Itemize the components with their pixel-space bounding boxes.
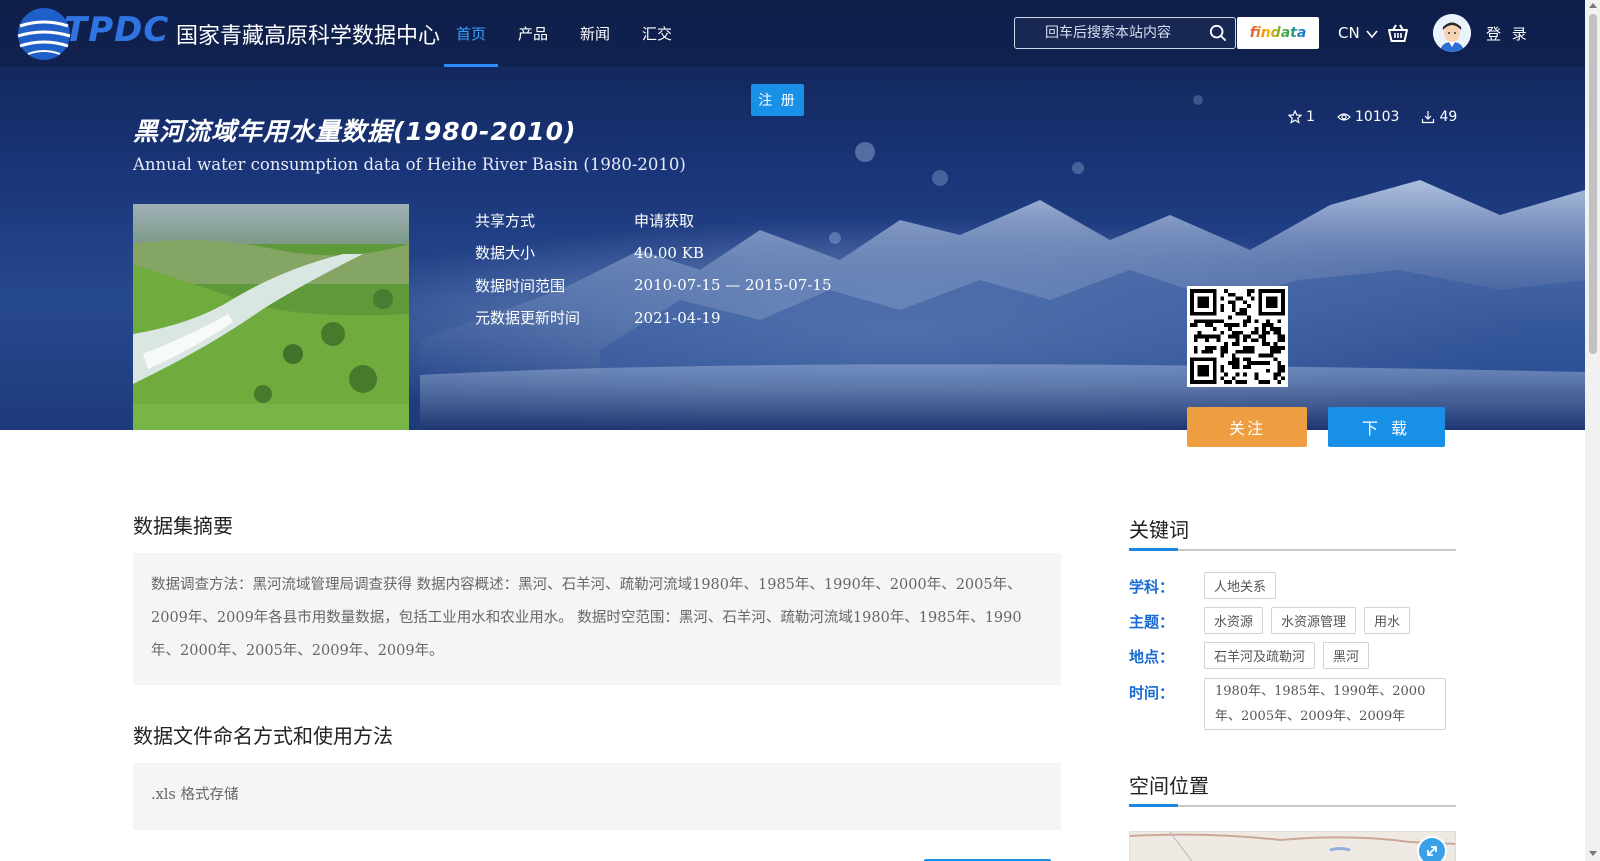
keyword-tags: 1980年、1985年、1990年、2000年、2005年、2009年、2009… bbox=[1204, 678, 1454, 736]
meta-value: 2010-07-15 — 2015-07-15 bbox=[634, 276, 832, 295]
meta-row: 共享方式 申请获取 bbox=[475, 204, 832, 237]
keyword-tag[interactable]: 用水 bbox=[1364, 607, 1411, 634]
user-avatar-icon bbox=[1433, 14, 1471, 52]
eye-icon bbox=[1337, 113, 1351, 121]
language-label: CN bbox=[1338, 24, 1360, 42]
dataset-subtitle: Annual water consumption data of Heihe R… bbox=[133, 155, 686, 174]
findata-label: findata bbox=[1249, 25, 1307, 41]
keyword-tag[interactable]: 人地关系 bbox=[1204, 572, 1277, 599]
dataset-title: 黑河流域年用水量数据(1980-2010) bbox=[133, 117, 577, 146]
chevron-down-icon bbox=[1366, 29, 1379, 38]
map-canvas bbox=[1130, 832, 1455, 861]
star-icon bbox=[1288, 110, 1302, 124]
expand-icon bbox=[1427, 846, 1437, 856]
stat-views: 10103 bbox=[1337, 109, 1400, 125]
river-landscape-image bbox=[133, 204, 409, 430]
meta-value: 申请获取 bbox=[634, 211, 695, 230]
search-box bbox=[1014, 17, 1236, 49]
search-input[interactable] bbox=[1015, 18, 1205, 48]
stat-downloads: 49 bbox=[1421, 109, 1457, 125]
meta-value: 40.00 KB bbox=[634, 243, 704, 262]
summary-panel: 数据调查方法：黑河流域管理局调查获得 数据内容概述：黑河、石羊河、疏勒河流域19… bbox=[133, 553, 1061, 685]
main-nav: 首页 产品 新闻 汇交 bbox=[444, 0, 692, 67]
qr-code bbox=[1187, 286, 1288, 387]
keyword-tag[interactable]: 石羊河及疏勒河 bbox=[1204, 642, 1316, 669]
page-scrollbar[interactable] bbox=[1585, 0, 1600, 861]
nav-item-products[interactable]: 产品 bbox=[506, 0, 560, 67]
login-link[interactable]: 登 录 bbox=[1486, 23, 1530, 44]
location-title: 空间位置 bbox=[1129, 770, 1456, 807]
dataset-thumbnail bbox=[133, 204, 409, 430]
stars-count: 1 bbox=[1306, 109, 1315, 125]
keyword-tag[interactable]: 水资源 bbox=[1204, 607, 1264, 634]
scroll-down-arrow-icon[interactable] bbox=[1589, 851, 1597, 856]
expand-map-button[interactable] bbox=[1417, 836, 1447, 861]
nav-item-news[interactable]: 新闻 bbox=[568, 0, 622, 67]
cart-icon[interactable] bbox=[1387, 22, 1409, 44]
top-header: TPDC 国家青藏高原科学数据中心 首页 产品 新闻 汇交 findata CN bbox=[0, 0, 1585, 67]
keyword-tags: 人地关系 bbox=[1204, 572, 1454, 605]
scroll-up-arrow-icon[interactable] bbox=[1589, 3, 1597, 8]
meta-label: 数据大小 bbox=[475, 244, 536, 263]
keyword-tags: 水资源 水资源管理 用水 bbox=[1204, 607, 1454, 640]
follow-button[interactable]: 关注 bbox=[1187, 407, 1307, 447]
keyword-tags: 石羊河及疏勒河 黑河 bbox=[1204, 642, 1454, 675]
location-map[interactable] bbox=[1129, 831, 1456, 861]
download-icon bbox=[1422, 111, 1435, 124]
keywords-title: 关键词 bbox=[1129, 514, 1456, 551]
dataset-meta: 共享方式 申请获取 数据大小 40.00 KB 数据时间范围 2010-07-1… bbox=[475, 204, 832, 334]
keyword-row-discipline: 学科： 人地关系 bbox=[1129, 572, 1454, 605]
keyword-label: 学科： bbox=[1129, 578, 1175, 596]
file-naming-text: .xls 格式存储 bbox=[151, 787, 239, 803]
qr-code-image bbox=[1190, 289, 1285, 384]
logo-abbreviation: TPDC bbox=[64, 10, 170, 50]
nav-item-submit[interactable]: 汇交 bbox=[630, 0, 684, 67]
nav-item-home[interactable]: 首页 bbox=[444, 0, 499, 67]
register-button[interactable]: 注 册 bbox=[751, 84, 804, 116]
meta-label: 数据时间范围 bbox=[475, 276, 566, 295]
keyword-tag[interactable]: 水资源管理 bbox=[1271, 607, 1357, 634]
meta-label: 元数据更新时间 bbox=[475, 309, 581, 328]
keyword-row-theme: 主题： 水资源 水资源管理 用水 bbox=[1129, 607, 1454, 640]
meta-row: 数据时间范围 2010-07-15 — 2015-07-15 bbox=[475, 269, 832, 302]
keyword-label: 地点： bbox=[1129, 648, 1175, 666]
download-button[interactable]: 下 载 bbox=[1328, 407, 1445, 447]
file-naming-panel: .xls 格式存储 bbox=[133, 763, 1061, 830]
meta-row: 元数据更新时间 2021-04-19 bbox=[475, 302, 832, 335]
keyword-row-location: 地点： 石羊河及疏勒河 黑河 bbox=[1129, 642, 1454, 675]
keyword-tag[interactable]: 黑河 bbox=[1323, 642, 1370, 669]
avatar[interactable] bbox=[1433, 14, 1471, 52]
stat-stars[interactable]: 1 bbox=[1288, 109, 1315, 125]
keyword-label: 时间： bbox=[1129, 684, 1175, 702]
keyword-row-time: 时间： 1980年、1985年、1990年、2000年、2005年、2009年、… bbox=[1129, 678, 1454, 736]
keyword-tag[interactable]: 1980年、1985年、1990年、2000年、2005年、2009年、2009… bbox=[1204, 678, 1446, 730]
scrollbar-thumb[interactable] bbox=[1589, 14, 1597, 354]
meta-value: 2021-04-19 bbox=[634, 308, 721, 327]
summary-title: 数据集摘要 bbox=[133, 514, 233, 538]
findata-link[interactable]: findata bbox=[1237, 17, 1319, 49]
summary-text: 数据调查方法：黑河流域管理局调查获得 数据内容概述：黑河、石羊河、疏勒河流域19… bbox=[151, 577, 1022, 659]
views-count: 10103 bbox=[1354, 109, 1400, 125]
meta-label: 共享方式 bbox=[475, 211, 536, 230]
site-name: 国家青藏高原科学数据中心 bbox=[176, 24, 441, 49]
language-switch[interactable]: CN bbox=[1338, 24, 1379, 42]
meta-row: 数据大小 40.00 KB bbox=[475, 237, 832, 270]
file-naming-title: 数据文件命名方式和使用方法 bbox=[133, 724, 393, 748]
downloads-count: 49 bbox=[1439, 109, 1458, 125]
dataset-stats: 1 10103 49 bbox=[1288, 109, 1457, 125]
search-icon[interactable] bbox=[1209, 24, 1227, 42]
keyword-label: 主题： bbox=[1129, 613, 1175, 631]
